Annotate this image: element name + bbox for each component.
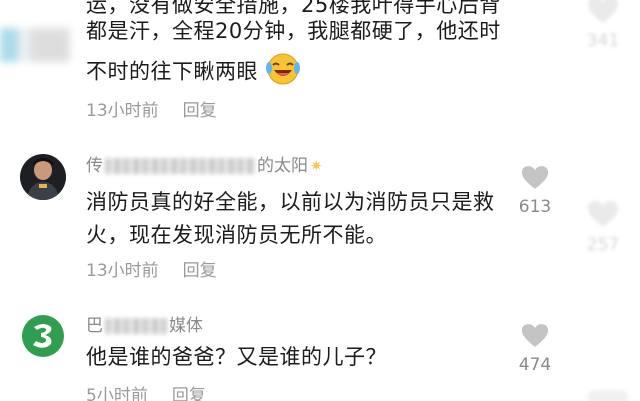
comment-3-username-suffix: 媒体 xyxy=(169,316,203,336)
comment-3-like[interactable]: 474 xyxy=(510,323,560,376)
comment-3-meta: 5小时前 回复 xyxy=(86,385,206,401)
heart-icon[interactable] xyxy=(521,165,549,190)
blurred-username xyxy=(105,158,255,174)
comment-3-username[interactable]: 巴 媒体 xyxy=(86,315,203,337)
faded-like-count: 257 xyxy=(586,235,620,255)
faded-heart-fragment xyxy=(588,390,628,401)
comment-2-like[interactable]: 613 xyxy=(510,165,560,218)
comment-2-time: 13小时前 xyxy=(86,261,159,281)
avatar[interactable] xyxy=(20,313,66,359)
blurred-username xyxy=(105,318,167,334)
comment-3-username-prefix: 巴 xyxy=(86,316,103,336)
comment-1-time: 13小时前 xyxy=(86,101,159,121)
laughing-crying-emoji-icon xyxy=(265,52,301,93)
comment-3-line-1: 他是谁的爸爸？又是谁的儿子？ xyxy=(86,345,387,369)
comment-1-like[interactable]: 341 xyxy=(578,0,628,52)
comment-2-line-2: 火，现在发现消防员无所不能。 xyxy=(86,223,387,247)
comment-1-line-3-wrap: 不时的往下瞅两眼 xyxy=(86,52,301,93)
comment-1-line-2: 都是汗，全程20分钟，我腿都硬了，他还时 xyxy=(86,19,501,43)
comment-1-line-3: 不时的往下瞅两眼 xyxy=(86,59,258,84)
comment-3-like-count: 474 xyxy=(518,355,552,375)
comment-1-reply-button[interactable]: 回复 xyxy=(183,101,217,121)
comment-2-line-1: 消防员真的好全能，以前以为消防员只是救 xyxy=(86,190,495,214)
comment-1-like-count: 341 xyxy=(586,31,620,51)
comment-3-reply-button[interactable]: 回复 xyxy=(172,386,206,401)
comment-2-reply-button[interactable]: 回复 xyxy=(183,261,217,281)
comment-2-username-prefix: 传 xyxy=(86,156,103,176)
comment-2-username[interactable]: 传 的太阳 ✷ xyxy=(86,155,323,177)
heart-icon[interactable] xyxy=(587,0,619,24)
comment-1-meta: 13小时前 回复 xyxy=(86,100,217,122)
faded-like[interactable]: 257 xyxy=(578,200,628,256)
blurred-username-fragment xyxy=(0,28,70,62)
comment-2-like-count: 613 xyxy=(518,197,552,217)
comment-feed: 运，没有做安全措施，25楼我叶得手心后背 都是汗，全程20分钟，我腿都硬了，他还… xyxy=(0,0,640,401)
comment-2-username-suffix: 的太阳 xyxy=(257,156,308,176)
avatar[interactable] xyxy=(20,154,66,200)
comment-2-meta: 13小时前 回复 xyxy=(86,260,217,282)
heart-icon[interactable] xyxy=(587,200,619,228)
comment-3-time: 5小时前 xyxy=(86,386,148,401)
heart-icon[interactable] xyxy=(521,323,549,348)
sun-icon: ✷ xyxy=(310,157,323,175)
